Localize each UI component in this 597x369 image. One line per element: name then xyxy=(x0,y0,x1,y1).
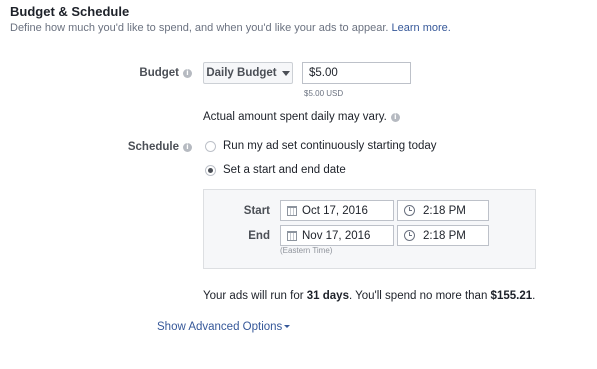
budget-label: Budget i xyxy=(139,67,192,79)
chevron-down-icon xyxy=(284,325,291,328)
section-subtitle: Define how much you'd like to spend, and… xyxy=(10,22,451,34)
timezone-label: (Eastern Time) xyxy=(280,246,333,255)
budget-note: Actual amount spent daily may vary. i xyxy=(203,111,400,123)
end-label: End xyxy=(248,230,270,242)
schedule-option-start-end[interactable]: Set a start and end date xyxy=(205,164,346,176)
start-date-field[interactable]: Oct 17, 2016 xyxy=(280,200,394,221)
section-title: Budget & Schedule xyxy=(10,4,130,19)
summary-prefix: Your ads will run for xyxy=(203,290,307,302)
info-icon[interactable]: i xyxy=(183,69,192,78)
summary-middle: . You'll spend no more than xyxy=(348,290,491,302)
start-time-field[interactable]: 2:18 PM xyxy=(397,200,489,221)
info-icon[interactable]: i xyxy=(390,113,400,122)
schedule-option-continuous[interactable]: Run my ad set continuously starting toda… xyxy=(205,140,437,152)
run-summary: Your ads will run for 31 days. You'll sp… xyxy=(203,290,535,302)
summary-suffix: . xyxy=(532,290,536,302)
start-time-value: 2:18 PM xyxy=(423,204,466,217)
schedule-label-text: Schedule xyxy=(127,141,179,153)
end-date-value: Nov 17, 2016 xyxy=(302,229,371,242)
radio-selected-dot xyxy=(208,167,213,173)
learn-more-link[interactable]: Learn more. xyxy=(392,22,451,34)
end-date-field[interactable]: Nov 17, 2016 xyxy=(280,225,394,246)
chevron-down-icon xyxy=(281,70,290,76)
summary-amount: $155.21 xyxy=(490,290,533,302)
budget-type-dropdown[interactable]: Daily Budget xyxy=(203,62,293,84)
end-time-value: 2:18 PM xyxy=(423,229,466,242)
start-date-value: Oct 17, 2016 xyxy=(302,204,368,217)
show-advanced-options-link[interactable]: Show Advanced Options xyxy=(157,321,291,333)
end-time-field[interactable]: 2:18 PM xyxy=(397,225,489,246)
clock-icon xyxy=(404,205,415,216)
budget-note-text: Actual amount spent daily may vary. xyxy=(203,111,387,123)
calendar-icon xyxy=(287,205,297,216)
budget-amount-input[interactable] xyxy=(302,62,411,84)
budget-label-text: Budget xyxy=(139,67,179,79)
subtitle-text: Define how much you'd like to spend, and… xyxy=(10,22,389,34)
advanced-options-label: Show Advanced Options xyxy=(157,321,283,333)
budget-currency-hint: $5.00 USD xyxy=(304,89,344,98)
radio-continuous-label: Run my ad set continuously starting toda… xyxy=(223,140,437,152)
radio-start-end-label: Set a start and end date xyxy=(223,164,346,176)
radio-continuous[interactable] xyxy=(205,140,216,152)
info-icon[interactable]: i xyxy=(183,143,192,152)
schedule-label: Schedule i xyxy=(128,141,192,153)
clock-icon xyxy=(404,230,415,241)
radio-start-end[interactable] xyxy=(205,164,216,176)
calendar-icon xyxy=(287,230,297,241)
budget-type-label: Daily Budget xyxy=(206,67,277,79)
start-label: Start xyxy=(243,205,270,217)
summary-days: 31 days xyxy=(306,290,349,302)
